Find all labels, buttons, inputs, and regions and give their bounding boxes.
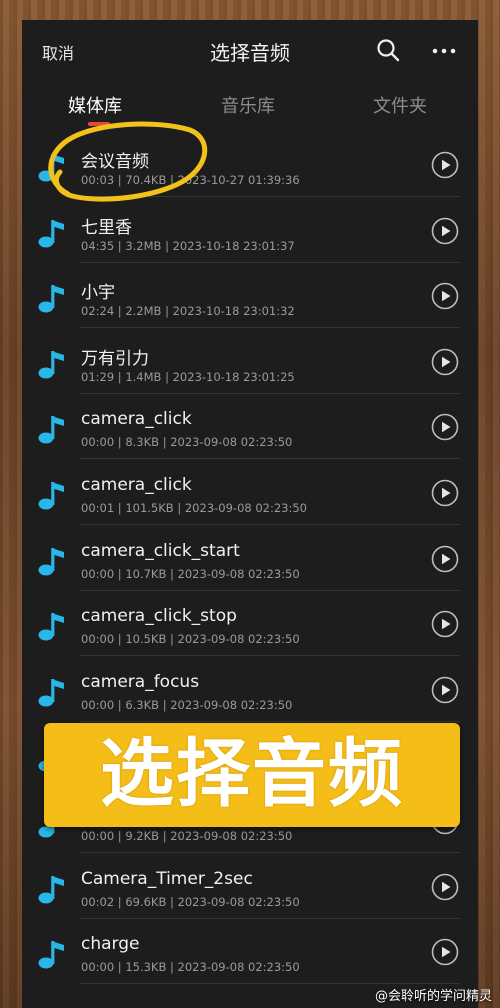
banner-text: 选择音频 — [100, 731, 404, 817]
more-icon[interactable] — [432, 48, 456, 54]
music-note-icon — [38, 613, 64, 641]
file-meta: 00:00 | 10.5KB | 2023-09-08 02:23:50 — [81, 632, 300, 647]
file-name: camera_click_start — [81, 540, 240, 561]
play-icon[interactable] — [431, 938, 459, 966]
file-meta: 00:03 | 70.4KB | 2023-10-27 01:39:36 — [81, 173, 300, 187]
file-meta: 00:00 | 9.2KB | 2023-09-08 02:23:50 — [81, 829, 293, 843]
list-item[interactable]: 小宇 02:24 | 2.2MB | 2023-10-18 23:01:32 — [22, 263, 478, 329]
play-icon[interactable] — [431, 610, 459, 638]
top-bar: 取消 选择音频 — [22, 20, 478, 82]
page-title: 选择音频 — [210, 41, 290, 65]
music-note-icon — [38, 416, 64, 444]
tab-music-library[interactable]: 音乐库 — [221, 92, 275, 118]
file-name: Camera_Timer_2sec — [81, 868, 253, 889]
file-name: 七里香 — [81, 217, 132, 238]
file-meta: 00:02 | 69.6KB | 2023-09-08 02:23:50 — [81, 894, 300, 909]
play-icon[interactable] — [431, 873, 459, 901]
phone-screen: 取消 选择音频 媒体库 音乐库 文件夹 会议音频 00:03 | 70.4KB |… — [22, 20, 478, 1008]
active-tab-indicator — [88, 122, 110, 126]
file-name: camera_click_stop — [81, 606, 237, 627]
play-icon[interactable] — [431, 545, 459, 573]
file-name: 会议音频 — [81, 152, 149, 172]
file-meta: 00:00 | 8.3KB | 2023-09-08 02:23:50 — [81, 435, 293, 450]
file-meta: 00:00 | 10.7KB | 2023-09-08 02:23:50 — [81, 566, 300, 581]
music-note-icon — [38, 482, 64, 510]
list-item[interactable]: camera_click_start 00:00 | 10.7KB | 2023-… — [22, 526, 478, 591]
tab-media-library[interactable]: 媒体库 — [68, 92, 122, 118]
play-icon[interactable] — [431, 282, 459, 310]
tab-bar: 媒体库 音乐库 文件夹 — [22, 86, 478, 130]
file-meta: 00:00 | 15.3KB | 2023-09-08 02:23:50 — [81, 960, 300, 975]
play-icon[interactable] — [431, 151, 459, 179]
file-name: camera_click — [81, 409, 192, 430]
music-note-icon — [38, 285, 64, 313]
file-meta: 02:24 | 2.2MB | 2023-10-18 23:01:32 — [81, 304, 295, 319]
file-meta: 01:29 | 1.4MB | 2023-10-18 23:01:25 — [81, 369, 295, 384]
watermark: @会聆听的学问精灵 — [374, 989, 492, 1004]
list-item[interactable]: camera_click 00:00 | 8.3KB | 2023-09-08 0… — [22, 394, 478, 460]
list-item[interactable]: Camera_Timer_2sec 00:02 | 69.6KB | 2023-0… — [22, 854, 478, 919]
music-note-icon — [38, 350, 64, 379]
file-meta: 04:35 | 3.2MB | 2023-10-18 23:01:37 — [81, 238, 295, 253]
file-name: charge — [81, 934, 140, 955]
file-name: 万有引力 — [81, 348, 149, 369]
list-item[interactable]: camera_click_stop 00:00 | 10.5KB | 2023-0… — [22, 591, 478, 657]
list-item[interactable]: 会议音频 00:03 | 70.4KB | 2023-10-27 01:39:36 — [22, 132, 478, 197]
music-note-icon — [38, 154, 64, 182]
tab-folder[interactable]: 文件夹 — [373, 92, 427, 118]
music-note-icon — [38, 547, 64, 576]
play-icon[interactable] — [431, 676, 459, 704]
play-icon[interactable] — [431, 217, 459, 245]
file-meta: 00:01 | 101.5KB | 2023-09-08 02:23:50 — [81, 501, 308, 515]
file-name: camera_click — [81, 475, 192, 495]
overlay-banner: 选择音频 — [44, 723, 460, 827]
music-note-icon — [38, 875, 64, 904]
music-note-icon — [38, 219, 64, 248]
file-name: 小宇 — [81, 283, 115, 304]
play-icon[interactable] — [431, 413, 459, 441]
list-item[interactable]: 七里香 04:35 | 3.2MB | 2023-10-18 23:01:37 — [22, 198, 478, 263]
list-item[interactable]: camera_click 00:01 | 101.5KB | 2023-09-08… — [22, 460, 478, 525]
music-note-icon — [38, 678, 64, 707]
list-item[interactable]: charge 00:00 | 15.3KB | 2023-09-08 02:23:… — [22, 919, 478, 985]
file-meta: 00:00 | 6.3KB | 2023-09-08 02:23:50 — [81, 697, 293, 712]
list-item[interactable]: camera_focus 00:00 | 6.3KB | 2023-09-08 0… — [22, 657, 478, 722]
play-icon[interactable] — [431, 479, 459, 507]
play-icon[interactable] — [431, 348, 459, 376]
list-item[interactable]: 万有引力 01:29 | 1.4MB | 2023-10-18 23:01:25 — [22, 329, 478, 394]
search-icon[interactable] — [376, 38, 400, 62]
file-name: camera_focus — [81, 671, 200, 692]
music-note-icon — [38, 941, 64, 969]
